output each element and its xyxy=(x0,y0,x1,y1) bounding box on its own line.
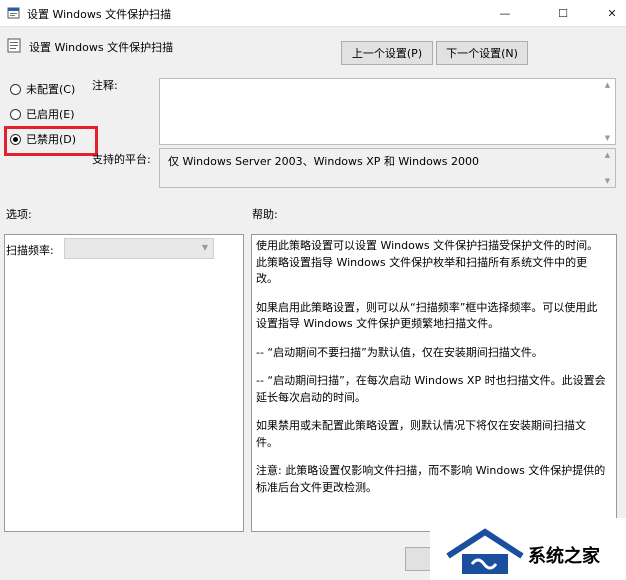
supported-platform-label: 支持的平台: xyxy=(92,153,151,166)
platform-scroll-down-icon[interactable]: ▼ xyxy=(603,177,612,185)
scroll-down-arrow-icon[interactable]: ▼ xyxy=(603,134,612,142)
supported-platform-value: 仅 Windows Server 2003、Windows XP 和 Windo… xyxy=(168,155,480,168)
help-paragraph: -- “启动期间不要扫描”为默认值，仅在安装期间扫描文件。 xyxy=(256,345,543,359)
policy-app-icon xyxy=(7,7,20,19)
help-paragraph: -- “启动期间扫描”，在每次启动 Windows XP 时也扫描文件。此设置会… xyxy=(256,374,606,404)
scroll-up-arrow-icon[interactable]: ▲ xyxy=(603,81,612,89)
radio-not-configured-indicator[interactable] xyxy=(10,83,21,95)
chevron-down-icon: ▼ xyxy=(201,243,208,252)
help-paragraph: 使用此策略设置可以设置 Windows 文件保护扫描受保护文件的时间。此策略设置… xyxy=(256,239,599,285)
radio-enabled-label: 已启用(E) xyxy=(26,108,75,121)
policy-setting-icon xyxy=(7,38,21,53)
maximize-button[interactable]: ☐ xyxy=(546,0,580,26)
help-label: 帮助: xyxy=(252,208,278,221)
window-title: 设置 Windows 文件保护扫描 xyxy=(27,8,172,21)
minimize-button[interactable]: — xyxy=(488,0,522,26)
help-paragraph: 注意: 此策略设置仅影响文件扫描，而不影响 Windows 文件保护提供的标准后… xyxy=(256,464,606,494)
previous-setting-button[interactable]: 上一个设置(P) xyxy=(341,41,433,65)
scan-frequency-select: ▼ xyxy=(64,238,214,259)
scan-frequency-label: 扫描频率: xyxy=(6,244,54,257)
close-button[interactable]: ✕ xyxy=(595,0,626,26)
radio-not-configured-label: 未配置(C) xyxy=(26,83,76,96)
next-setting-button[interactable]: 下一个设置(N) xyxy=(436,41,528,65)
radio-enabled-indicator[interactable] xyxy=(10,108,21,120)
comment-textarea[interactable]: ▲ ▼ xyxy=(159,78,616,145)
platform-scroll-up-icon[interactable]: ▲ xyxy=(603,151,612,159)
help-paragraph: 如果禁用或未配置此策略设置，则默认情况下将仅在安装期间扫描文件。 xyxy=(256,419,586,449)
disabled-option-highlight xyxy=(4,126,98,156)
options-label: 选项: xyxy=(6,208,32,221)
help-paragraph: 如果启用此策略设置，则可以从“扫描频率”框中选择频率。可以使用此设置指导 Win… xyxy=(256,300,598,331)
radio-not-configured[interactable]: 未配置(C) xyxy=(10,81,75,97)
watermark-text: 系统之家 xyxy=(528,546,600,567)
options-panel xyxy=(4,234,244,532)
help-panel: 使用此策略设置可以设置 Windows 文件保护扫描受保护文件的时间。此策略设置… xyxy=(251,234,617,532)
supported-platform-box: 仅 Windows Server 2003、Windows XP 和 Windo… xyxy=(159,148,616,188)
policy-title: 设置 Windows 文件保护扫描 xyxy=(29,41,174,54)
radio-enabled[interactable]: 已启用(E) xyxy=(10,106,75,122)
comment-label: 注释: xyxy=(92,79,118,92)
house-logo-icon xyxy=(446,528,524,574)
